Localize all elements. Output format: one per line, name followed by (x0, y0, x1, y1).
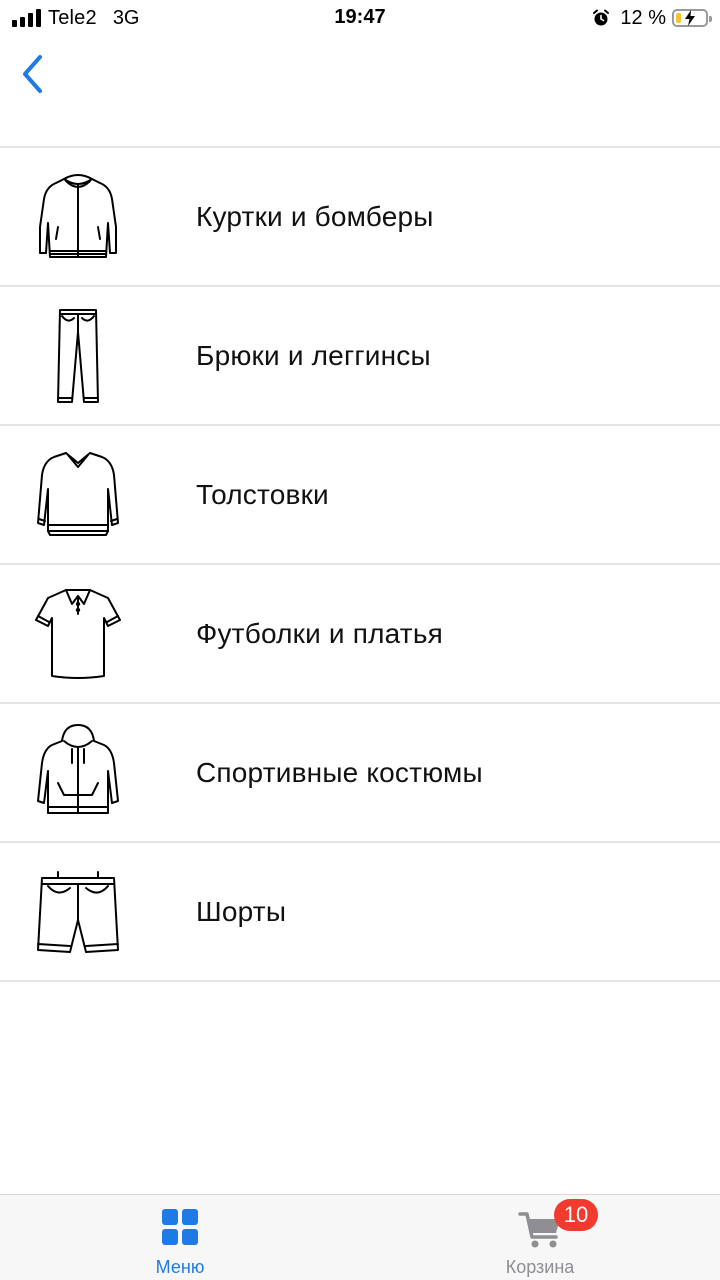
category-row-tshirts[interactable]: Футболки и платья (0, 565, 720, 704)
tab-label: Меню (155, 1257, 205, 1277)
category-list: Куртки и бомберы Брюки и леггинсы Толсто… (0, 146, 720, 982)
hoodie-icon (37, 723, 119, 814)
alarm-icon (593, 9, 610, 26)
tab-menu[interactable]: Меню (80, 1195, 280, 1280)
category-row-jackets[interactable]: Куртки и бомберы (0, 148, 720, 287)
polo-shirt-icon (35, 588, 121, 679)
category-row-shorts[interactable]: Шорты (0, 843, 720, 982)
charging-bolt-icon (685, 10, 695, 26)
status-bar: Tele2 3G 19:47 12 % (0, 0, 720, 36)
status-right: 12 % (592, 6, 712, 30)
pants-icon (57, 308, 99, 403)
category-label: Спортивные костюмы (196, 756, 483, 788)
tab-bar: Меню 10 Корзина (0, 1194, 720, 1280)
grid-icon (162, 1209, 198, 1245)
shorts-icon (37, 870, 119, 953)
battery-level-fill (676, 13, 682, 23)
sweatshirt-icon (37, 451, 119, 536)
chevron-left-icon (23, 55, 42, 93)
category-label: Толстовки (196, 478, 329, 510)
category-label: Футболки и платья (196, 617, 443, 649)
back-button[interactable] (20, 50, 60, 98)
battery-percent: 12 % (620, 6, 666, 29)
cart-count-badge: 10 (554, 1199, 598, 1231)
battery-icon (672, 9, 712, 27)
category-label: Брюки и леггинсы (196, 339, 431, 371)
tab-cart[interactable]: 10 Корзина (440, 1195, 640, 1280)
jacket-icon (39, 173, 117, 258)
category-label: Шорты (196, 895, 287, 927)
category-label: Куртки и бомберы (196, 200, 434, 232)
category-row-tracksuits[interactable]: Спортивные костюмы (0, 704, 720, 843)
tab-label: Корзина (505, 1257, 575, 1277)
category-row-pants[interactable]: Брюки и леггинсы (0, 287, 720, 426)
category-row-sweatshirts[interactable]: Толстовки (0, 426, 720, 565)
